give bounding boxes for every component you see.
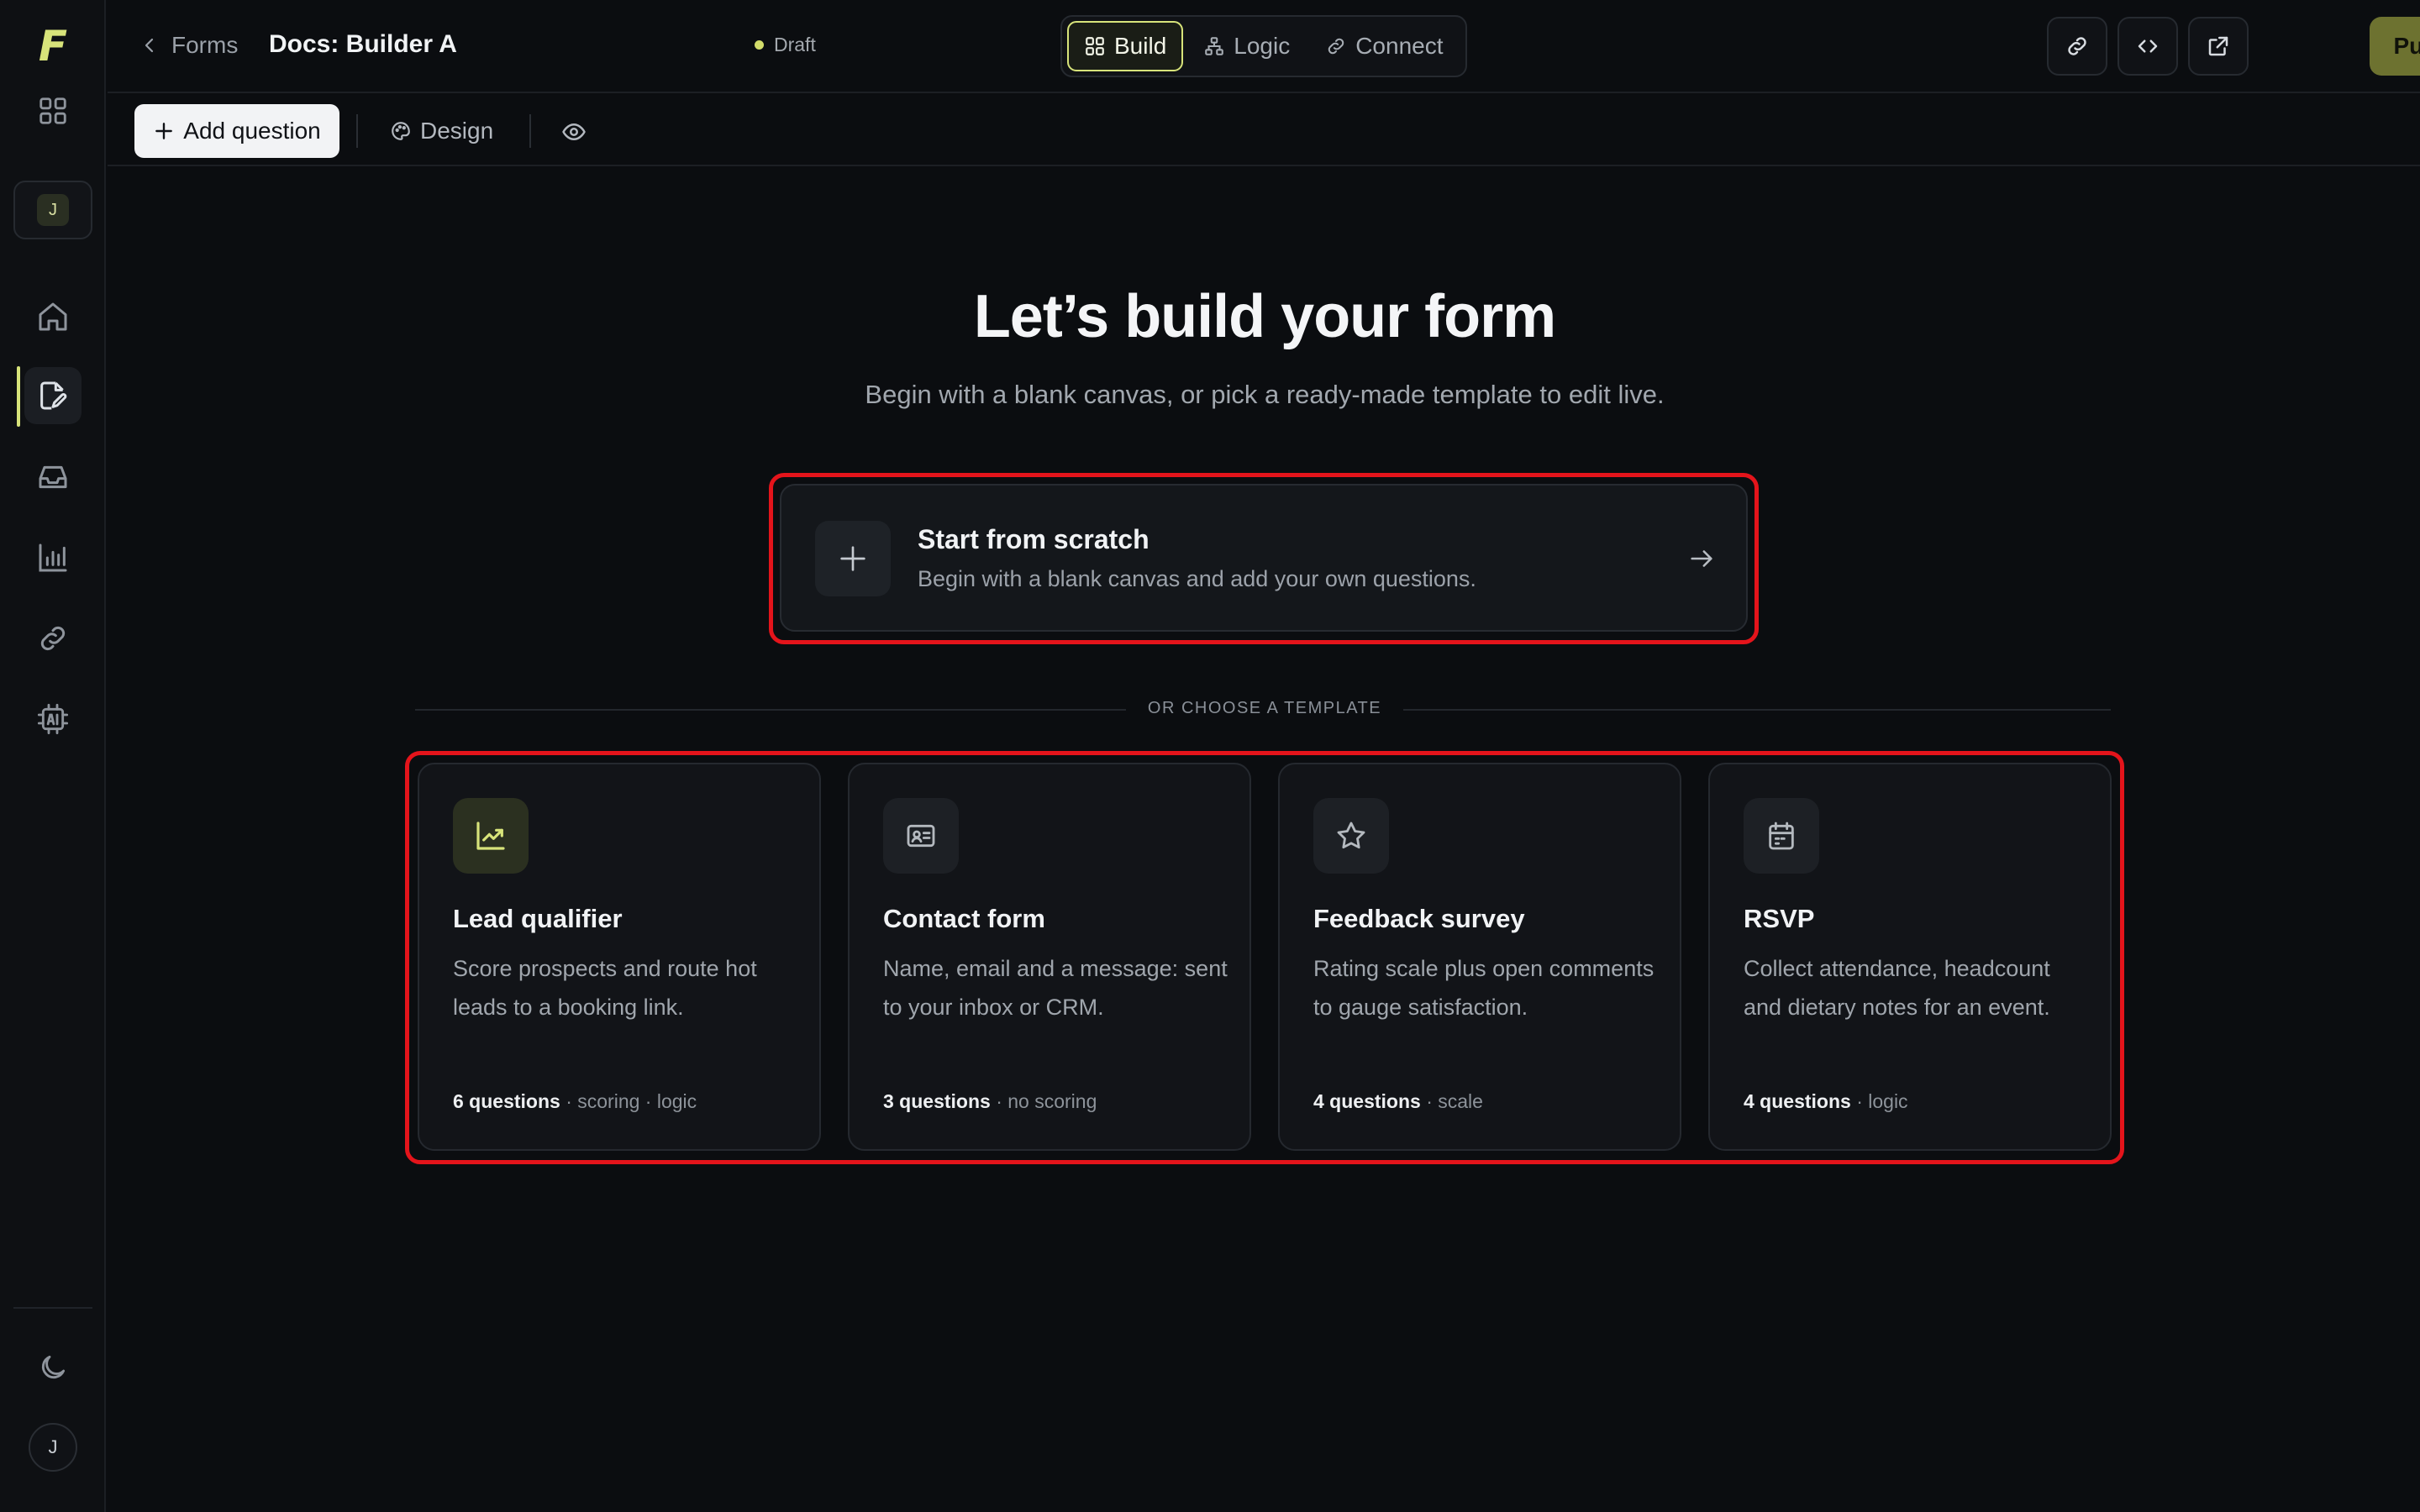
tab-connect[interactable]: Connect <box>1310 21 1458 71</box>
tab-build-label: Build <box>1114 33 1167 59</box>
preview-button[interactable] <box>558 116 590 148</box>
template-tags: · scoring · logic <box>560 1090 697 1112</box>
template-tags: · no scoring <box>990 1090 1097 1112</box>
template-question-count: 6 questions <box>453 1090 560 1112</box>
eye-icon <box>562 123 586 140</box>
template-card-lead-qualifier[interactable]: Lead qualifier Score prospects and route… <box>418 763 821 1151</box>
tab-connect-label: Connect <box>1355 33 1444 59</box>
scratch-title: Start from scratch <box>918 524 1150 554</box>
copy-link-button[interactable] <box>2047 17 2107 76</box>
add-question-label: Add question <box>183 118 321 144</box>
tab-logic[interactable]: Logic <box>1188 21 1305 71</box>
document-title[interactable]: Docs: Builder A <box>269 30 457 59</box>
external-link-icon <box>2208 36 2228 56</box>
toolbar-divider <box>529 114 531 148</box>
template-description: Name, email and a message: sent to your … <box>883 956 1228 1020</box>
template-meta: 3 questions · no scoring <box>883 1090 1097 1113</box>
template-tags: · scale <box>1420 1090 1483 1112</box>
chevron-left-icon <box>145 38 154 53</box>
link-icon <box>2068 37 2086 55</box>
status-label: Draft <box>774 34 816 55</box>
contact-card-icon <box>883 798 959 874</box>
back-label: Forms <box>171 32 239 58</box>
back-to-forms-link[interactable]: Forms <box>139 29 238 62</box>
mode-tabs: Build Logic Connect <box>1060 15 1467 77</box>
status-badge: Draft <box>755 34 816 56</box>
moon-icon[interactable] <box>24 1339 82 1396</box>
template-card-contact-form[interactable]: Contact form Name, email and a message: … <box>848 763 1251 1151</box>
branch-icon <box>1205 37 1224 55</box>
toolbar-divider <box>356 114 358 148</box>
apps-grid-icon[interactable] <box>24 82 82 139</box>
arrow-right-icon <box>1687 544 1716 573</box>
template-title: RSVP <box>1744 904 1815 933</box>
left-rail: F J J <box>0 0 106 1512</box>
template-title: Feedback survey <box>1313 904 1525 933</box>
embed-code-button[interactable] <box>2118 17 2178 76</box>
add-question-button[interactable]: Add question <box>134 104 339 158</box>
template-meta: 4 questions · scale <box>1313 1090 1483 1113</box>
workspace-switcher[interactable]: J <box>13 181 92 239</box>
grid-icon <box>1086 37 1104 55</box>
builder-toolbar: Add question Design <box>108 94 2420 166</box>
calendar-icon <box>1744 798 1819 874</box>
design-label: Design <box>420 118 494 144</box>
open-external-button[interactable] <box>2188 17 2249 76</box>
star-icon <box>1313 798 1389 874</box>
publish-button[interactable]: Publish <box>2370 17 2420 76</box>
status-dot <box>755 40 764 50</box>
workspace-avatar: J <box>37 194 69 226</box>
template-divider-label: OR CHOOSE A TEMPLATE <box>1125 699 1404 717</box>
template-description: Collect attendance, headcount and dietar… <box>1744 956 2050 1020</box>
code-icon <box>2138 39 2158 53</box>
template-title: Lead qualifier <box>453 904 623 933</box>
trend-chart-icon <box>453 798 529 874</box>
scratch-description: Begin with a blank canvas and add your o… <box>918 566 1476 591</box>
palette-icon <box>392 122 410 140</box>
link-icon <box>1328 38 1344 55</box>
template-question-count: 3 questions <box>883 1090 991 1112</box>
inbox-icon[interactable] <box>24 449 82 506</box>
design-button[interactable]: Design <box>390 113 493 150</box>
app-logo[interactable]: F <box>39 25 67 67</box>
template-card-feedback-survey[interactable]: Feedback survey Rating scale plus open c… <box>1278 763 1681 1151</box>
top-bar: Forms Docs: Builder A Draft Build Logic <box>108 0 2420 93</box>
rail-divider <box>13 1307 92 1309</box>
template-card-rsvp[interactable]: RSVP Collect attendance, headcount and d… <box>1708 763 2112 1151</box>
tab-logic-label: Logic <box>1234 33 1291 59</box>
start-from-scratch-card[interactable]: Start from scratch Begin with a blank ca… <box>780 484 1748 632</box>
template-tags: · logic <box>1850 1090 1908 1112</box>
user-avatar[interactable]: J <box>29 1423 77 1472</box>
template-question-count: 4 questions <box>1313 1090 1421 1112</box>
analytics-icon[interactable] <box>24 529 82 586</box>
template-meta: 4 questions · logic <box>1744 1090 1908 1113</box>
template-divider: OR CHOOSE A TEMPLATE <box>0 699 2420 718</box>
page-title: Let’s build your form <box>973 283 1556 350</box>
link-icon[interactable] <box>24 610 82 667</box>
template-question-count: 4 questions <box>1744 1090 1851 1112</box>
template-description: Score prospects and route hot leads to a… <box>453 956 757 1020</box>
plus-icon <box>155 123 173 139</box>
template-title: Contact form <box>883 904 1045 933</box>
template-meta: 6 questions · scoring · logic <box>453 1090 697 1113</box>
tab-build[interactable]: Build <box>1067 21 1184 71</box>
plus-icon <box>815 521 891 596</box>
page-subtitle: Begin with a blank canvas, or pick a rea… <box>865 380 1665 409</box>
template-description: Rating scale plus open comments to gauge… <box>1313 956 1655 1020</box>
